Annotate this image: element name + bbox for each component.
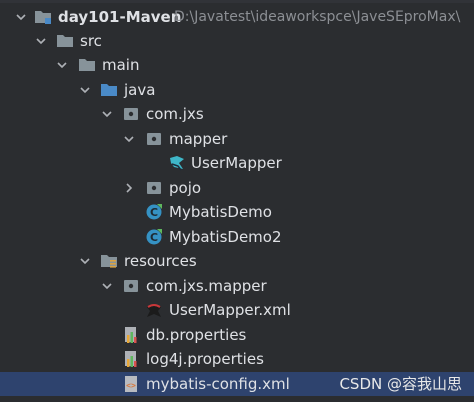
svg-text:C: C <box>150 206 158 219</box>
tree-row-db-properties[interactable]: db.properties <box>0 323 474 347</box>
tree-item-label: db.properties <box>146 326 247 344</box>
package-icon <box>145 179 163 197</box>
chevron-down-icon[interactable] <box>55 58 69 72</box>
tree-item-label: com.jxs <box>146 105 204 123</box>
properties-file-icon <box>122 326 140 344</box>
tree-row-com-jxs-mapper[interactable]: com.jxs.mapper <box>0 274 474 298</box>
chevron-down-icon[interactable] <box>14 10 28 24</box>
java-class-icon: C <box>145 228 163 246</box>
tree-item-label: com.jxs.mapper <box>146 277 267 295</box>
project-path: D:\Javatest\ideaworkspce\JaveSEproMax\ <box>174 9 461 25</box>
top-edge <box>0 0 474 3</box>
tree-item-label: UserMapper.xml <box>169 301 291 319</box>
tree-row-mybatisdemo2[interactable]: C MybatisDemo2 <box>0 225 474 249</box>
tree-item-label: MybatisDemo2 <box>169 228 282 246</box>
tree-row-mybatisdemo[interactable]: C MybatisDemo <box>0 200 474 224</box>
tree-item-label: UserMapper <box>191 154 282 172</box>
module-folder-icon <box>34 8 52 26</box>
resources-folder-icon <box>100 252 118 270</box>
chevron-down-icon[interactable] <box>78 254 92 268</box>
tree-row-pojo[interactable]: pojo <box>0 176 474 200</box>
chevron-down-icon[interactable] <box>34 34 48 48</box>
tree-row-resources[interactable]: resources <box>0 249 474 273</box>
chevron-down-icon[interactable] <box>100 107 114 121</box>
tree-item-label: MybatisDemo <box>169 203 272 221</box>
tree-item-label: mapper <box>169 130 228 148</box>
svg-text:C: C <box>150 231 158 244</box>
xml-file-icon: <> <box>122 375 140 393</box>
svg-text:<>: <> <box>126 381 136 390</box>
project-name: day101-Maven <box>58 8 182 26</box>
tree-item-label: main <box>102 56 140 74</box>
chevron-down-icon[interactable] <box>122 132 136 146</box>
tree-row-project[interactable]: day101-Maven D:\Javatest\ideaworkspce\Ja… <box>0 5 474 29</box>
chevron-down-icon[interactable] <box>100 279 114 293</box>
tree-row-usermapper[interactable]: UserMapper <box>0 151 474 175</box>
chevron-down-icon[interactable] <box>78 83 92 97</box>
folder-icon <box>78 56 96 74</box>
tree-row-java[interactable]: java <box>0 78 474 102</box>
tree-row-mapper[interactable]: mapper <box>0 127 474 151</box>
source-folder-icon <box>100 81 118 99</box>
tree-item-label: resources <box>124 252 197 270</box>
folder-icon <box>56 32 74 50</box>
tree-row-main[interactable]: main <box>0 53 474 77</box>
chevron-right-icon[interactable] <box>122 181 136 195</box>
tree-item-label: mybatis-config.xml <box>146 375 290 393</box>
mybatis-xml-icon <box>145 301 163 319</box>
package-icon <box>122 105 140 123</box>
tree-row-log4j-properties[interactable]: log4j.properties <box>0 347 474 371</box>
tree-row-src[interactable]: src <box>0 29 474 53</box>
tree-item-label: pojo <box>169 179 202 197</box>
tree-item-label: src <box>80 32 102 50</box>
package-icon <box>145 130 163 148</box>
tree-item-label: log4j.properties <box>146 350 264 368</box>
properties-file-icon <box>122 350 140 368</box>
java-class-icon: C <box>145 203 163 221</box>
tree-row-com-jxs[interactable]: com.jxs <box>0 102 474 126</box>
mapper-interface-icon <box>168 154 186 172</box>
watermark-text: CSDN @容我山思 <box>339 375 462 393</box>
tree-row-usermapper-xml[interactable]: UserMapper.xml <box>0 298 474 322</box>
package-icon <box>122 277 140 295</box>
tree-item-label: java <box>124 81 156 99</box>
